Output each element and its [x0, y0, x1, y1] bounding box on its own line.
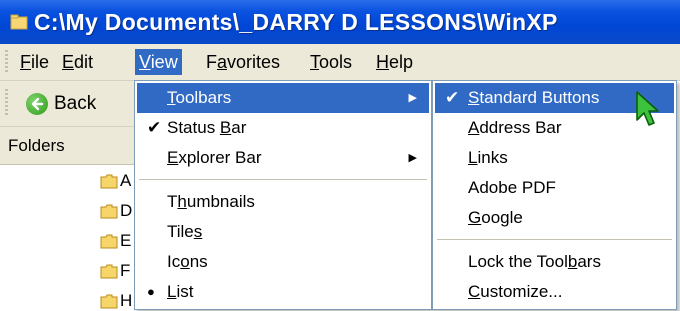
menu-bar: File Edit View Favorites Tools Help [0, 44, 680, 81]
menu-separator [437, 239, 672, 240]
menu-item-label: Thumbnails [167, 192, 255, 211]
menu-item-label: Standard Buttons [468, 88, 600, 107]
menu-item-label: List [167, 282, 194, 301]
folder-tree-label: A [120, 171, 132, 190]
folder-tree-item[interactable]: E [100, 231, 131, 251]
toolbars-google[interactable]: Google [435, 203, 674, 233]
toolbars-customize[interactable]: Customize... [435, 277, 674, 307]
window-title-bar[interactable]: C:\My Documents\_DARRY D LESSONS\WinXP [0, 0, 680, 44]
folder-icon [100, 174, 118, 188]
toolbars-links[interactable]: Links [435, 143, 674, 173]
menu-tools[interactable]: Tools [306, 49, 356, 75]
back-label: Back [54, 93, 97, 114]
folder-tree-item[interactable]: H [100, 291, 132, 311]
checkmark-icon: ✔ [445, 88, 460, 107]
view-menu-tiles[interactable]: Tiles [137, 217, 429, 247]
back-arrow-icon [26, 93, 48, 115]
folders-header: Folders [0, 127, 140, 165]
folder-tree-item[interactable]: A [100, 171, 131, 191]
menu-item-label: Toolbars [167, 88, 232, 107]
folder-tree-label: H [120, 291, 133, 310]
folders-pane: Folders A D E F H [0, 127, 140, 310]
view-menu-thumbnails[interactable]: Thumbnails [137, 187, 429, 217]
folder-tree-item[interactable]: F [100, 261, 130, 281]
view-menu-status-bar[interactable]: ✔ Status Bar [137, 113, 429, 143]
menu-item-label: Google [468, 208, 523, 227]
menu-help[interactable]: Help [372, 49, 417, 75]
submenu-arrow-icon: ▶ [408, 152, 417, 164]
radio-bullet-icon: ● [147, 284, 155, 299]
menu-item-label: Address Bar [468, 118, 562, 137]
menu-separator [139, 179, 427, 180]
view-menu-list[interactable]: ● List [137, 277, 429, 307]
folder-icon [100, 294, 118, 308]
folder-icon [100, 264, 118, 278]
folder-tree-label: E [120, 231, 132, 250]
checkmark-icon: ✔ [147, 118, 162, 137]
toolbar-grip[interactable] [5, 89, 8, 117]
menu-item-label: Icons [167, 252, 208, 271]
folder-icon [100, 234, 118, 248]
menu-item-label: Explorer Bar [167, 148, 262, 167]
folder-window-icon[interactable] [6, 14, 32, 30]
menu-item-label: Status Bar [167, 118, 247, 137]
menu-item-label: Customize... [468, 282, 563, 301]
menu-item-label: Tiles [167, 222, 203, 241]
folder-tree-label: D [120, 201, 133, 220]
view-menu-toolbars[interactable]: Toolbars ▶ [137, 83, 429, 113]
menu-item-label: Adobe PDF [468, 178, 556, 197]
menu-edit[interactable]: Edit [58, 49, 97, 75]
menu-item-label: Lock the Toolbars [468, 252, 601, 271]
toolbars-adobe-pdf[interactable]: Adobe PDF [435, 173, 674, 203]
menu-bar-grip[interactable] [5, 50, 8, 74]
window-title: C:\My Documents\_DARRY D LESSONS\WinXP [34, 8, 558, 35]
folder-icon [100, 204, 118, 218]
view-menu-dropdown: Toolbars ▶ ✔ Status Bar Explorer Bar ▶ T… [134, 80, 432, 310]
menu-item-label: Links [468, 148, 508, 167]
standard-toolbar: Back [0, 81, 140, 127]
submenu-arrow-icon: ▶ [408, 92, 417, 104]
folder-tree-label: F [120, 261, 131, 280]
back-button[interactable]: Back [26, 89, 96, 119]
green-pointer-cursor-icon [636, 91, 659, 126]
toolbars-lock-the-toolbars[interactable]: Lock the Toolbars [435, 247, 674, 277]
menu-view[interactable]: View [135, 49, 182, 75]
view-menu-icons[interactable]: Icons [137, 247, 429, 277]
folder-tree-item[interactable]: D [100, 201, 132, 221]
menu-favorites[interactable]: Favorites [202, 49, 284, 75]
menu-file[interactable]: File [16, 49, 53, 75]
view-menu-explorer-bar[interactable]: Explorer Bar ▶ [137, 143, 429, 173]
